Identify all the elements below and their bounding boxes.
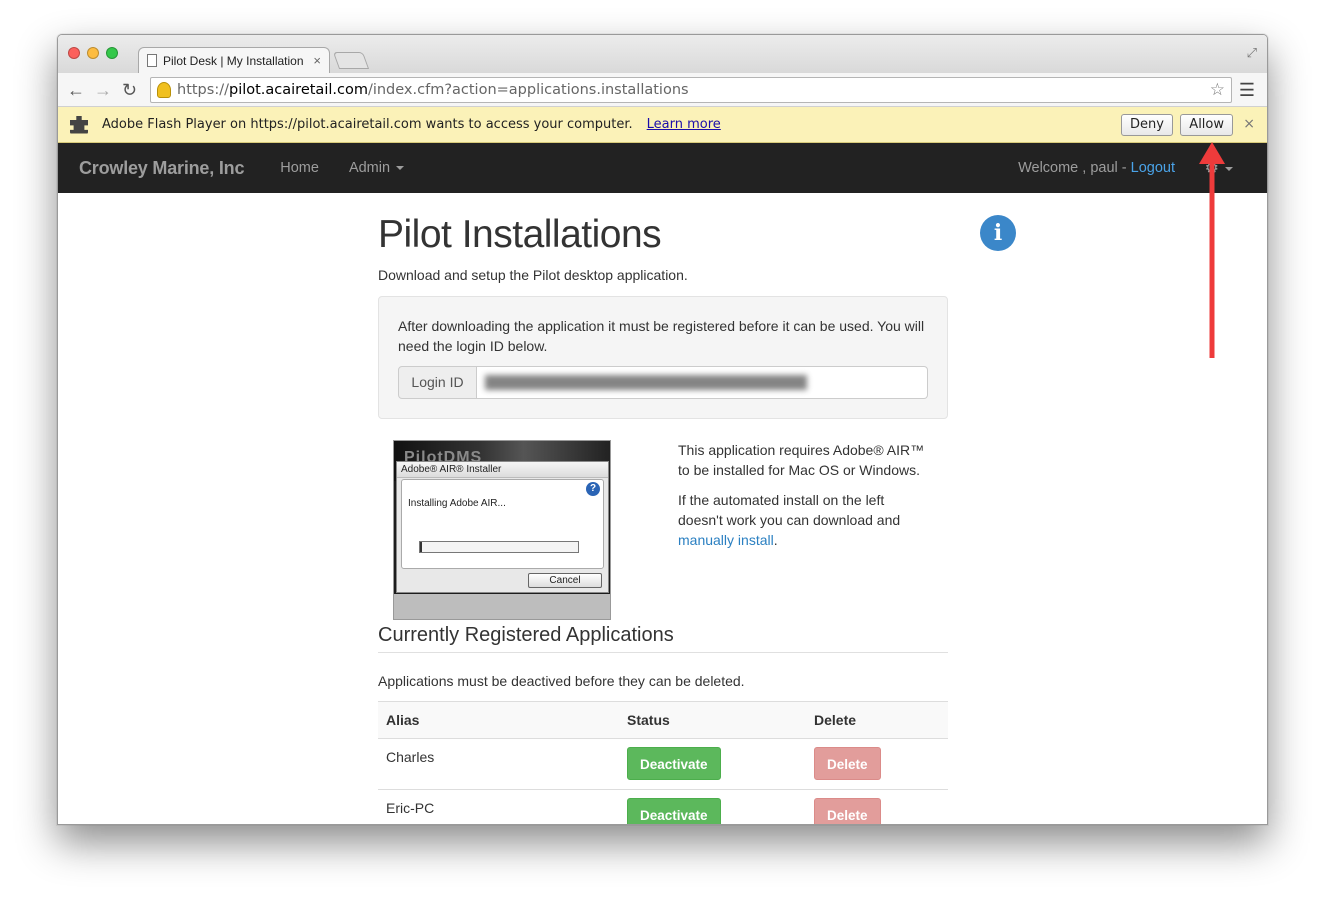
manual-install-link[interactable]: manually install [678, 532, 774, 548]
registered-apps-table: Alias Status Delete Charles Deactivate D… [378, 701, 948, 824]
installer-progress-bar [419, 541, 579, 553]
table-row: Charles Deactivate Delete [378, 738, 948, 790]
close-window-button[interactable] [68, 47, 80, 59]
manual-install-paragraph: If the automated install on the left doe… [678, 490, 928, 550]
browser-toolbar: ← → ↻ https://pilot.acairetail.com/index… [58, 73, 1267, 107]
installer-dialog-title: Adobe® AIR® Installer [397, 462, 608, 478]
well-text: After downloading the application it mus… [398, 318, 925, 354]
help-icon[interactable]: ? [586, 482, 600, 496]
login-id-value-redacted [485, 375, 807, 390]
deny-button[interactable]: Deny [1121, 114, 1173, 136]
page-title: Pilot Installations [378, 213, 662, 256]
window-controls [68, 47, 118, 59]
bookmark-star-icon[interactable]: ☆ [1210, 80, 1225, 100]
status-cell: Deactivate [619, 789, 806, 824]
infobar-message: Adobe Flash Player on https://pilot.acai… [102, 117, 633, 132]
fullscreen-icon[interactable]: ⤢ [1247, 45, 1257, 61]
manual-install-prefix: If the automated install on the left doe… [678, 492, 901, 528]
installer-progress-fill [420, 542, 422, 552]
title-bar: Pilot Desk | My Installation × ⤢ [58, 35, 1267, 73]
column-header-status: Status [619, 701, 806, 739]
registered-heading: Currently Registered Applications [378, 624, 948, 653]
flash-permission-infobar: Adobe Flash Player on https://pilot.acai… [58, 107, 1267, 143]
page-icon [147, 54, 157, 67]
nav-admin[interactable]: Admin [348, 160, 405, 176]
delete-cell: Delete [806, 789, 948, 824]
page-lead: Download and setup the Pilot desktop app… [378, 267, 688, 283]
browser-window: Pilot Desk | My Installation × ⤢ ← → ↻ h… [57, 34, 1268, 825]
installer-cancel-button[interactable]: Cancel [528, 573, 602, 588]
reload-icon[interactable]: ↻ [122, 80, 137, 100]
installer-footer [394, 594, 610, 619]
logout-link[interactable]: Logout [1131, 160, 1175, 176]
deactivate-button[interactable]: Deactivate [627, 798, 721, 824]
annotation-arrow-head [1199, 142, 1225, 164]
back-arrow-icon[interactable]: ← [67, 80, 85, 100]
tab-close-icon[interactable]: × [313, 53, 321, 68]
zoom-window-button[interactable] [106, 47, 118, 59]
table-header-row: Alias Status Delete [378, 701, 948, 739]
installer-dialog-body: ? Installing Adobe AIR... [401, 479, 604, 569]
delete-cell: Delete [806, 738, 948, 790]
tab-title: Pilot Desk | My Installation [163, 53, 304, 68]
menu-icon[interactable]: ☰ [1239, 81, 1255, 99]
login-id-group: Login ID [398, 366, 928, 399]
installer-status: Installing Adobe AIR... [408, 498, 506, 509]
column-header-alias: Alias [378, 701, 619, 739]
login-id-field[interactable] [477, 366, 928, 399]
info-icon[interactable]: i [980, 215, 1016, 251]
infobar-close-icon[interactable]: × [1243, 116, 1255, 132]
brand-link[interactable]: Crowley Marine, Inc [79, 158, 244, 179]
page-content: i Pilot Installations Download and setup… [58, 193, 1267, 824]
air-installer-badge[interactable]: PilotDMS Adobe® AIR® Installer ? Install… [393, 440, 611, 620]
table-row: Eric-PC Deactivate Delete [378, 789, 948, 824]
delete-button[interactable]: Delete [814, 798, 881, 824]
learn-more-link[interactable]: Learn more [647, 117, 721, 132]
url-host: pilot.acairetail.com [228, 82, 368, 98]
delete-button[interactable]: Delete [814, 747, 881, 780]
deactivate-button[interactable]: Deactivate [627, 747, 721, 780]
welcome-text: Welcome , paul - Logout [1018, 160, 1175, 176]
plugin-icon [70, 115, 88, 134]
nav-home[interactable]: Home [280, 160, 319, 176]
air-requirement-text: This application requires Adobe® AIR™ to… [678, 440, 928, 560]
registered-note: Applications must be deactived before th… [378, 673, 745, 689]
login-id-label: Login ID [398, 366, 477, 399]
column-header-delete: Delete [806, 701, 948, 739]
nav-admin-label: Admin [348, 160, 391, 176]
new-tab-button[interactable] [332, 52, 370, 69]
annotation-arrow-shaft [1209, 162, 1215, 358]
url-path: /index.cfm?action=applications.installat… [367, 82, 689, 98]
forward-arrow-icon[interactable]: → [94, 80, 112, 100]
annotation-arrow [1199, 142, 1225, 358]
address-bar[interactable]: https://pilot.acairetail.com/index.cfm?a… [150, 77, 1232, 103]
allow-button[interactable]: Allow [1180, 114, 1233, 136]
url-scheme: https:// [177, 82, 229, 98]
security-warning-icon[interactable] [157, 82, 171, 98]
login-well: After downloading the application it mus… [378, 296, 948, 419]
status-cell: Deactivate [619, 738, 806, 790]
minimize-window-button[interactable] [87, 47, 99, 59]
site-navbar: Crowley Marine, Inc Home Admin Welcome ,… [58, 143, 1267, 193]
browser-tab[interactable]: Pilot Desk | My Installation × [138, 47, 330, 73]
alias-cell: Eric-PC [378, 789, 619, 824]
manual-install-suffix: . [773, 532, 778, 548]
alias-cell: Charles [378, 738, 619, 790]
welcome-label: Welcome , paul - [1018, 160, 1131, 176]
installer-dialog: Adobe® AIR® Installer ? Installing Adobe… [396, 461, 609, 593]
air-requirement-paragraph: This application requires Adobe® AIR™ to… [678, 442, 925, 478]
caret-down-icon [396, 166, 405, 171]
